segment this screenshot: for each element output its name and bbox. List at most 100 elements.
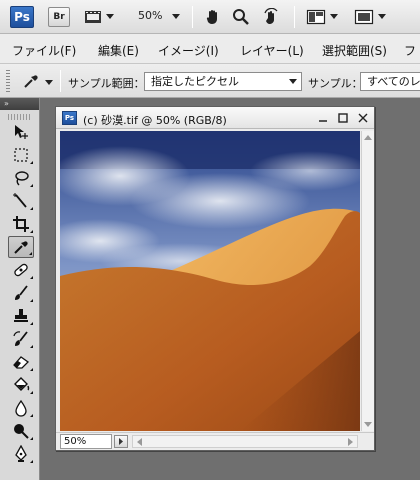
eyedropper-tool[interactable] xyxy=(8,236,34,258)
menu-image[interactable]: イメージ(I) xyxy=(158,42,219,59)
document-status-bar: 50% xyxy=(56,432,374,450)
paint-bucket-tool[interactable] xyxy=(8,374,34,396)
scroll-left-arrow-icon[interactable] xyxy=(136,438,142,446)
tool-flyout-indicator xyxy=(30,207,33,210)
separator xyxy=(60,70,61,92)
menu-select[interactable]: 選択範囲(S) xyxy=(322,42,387,59)
separator xyxy=(192,6,193,28)
tools-panel-header[interactable]: » xyxy=(0,98,39,110)
horizontal-scrollbar[interactable] xyxy=(132,435,358,448)
tool-flyout-indicator xyxy=(30,276,33,279)
maximize-button[interactable] xyxy=(336,111,350,125)
menu-file[interactable]: ファイル(F) xyxy=(12,42,76,59)
crop-icon xyxy=(13,216,29,232)
history-brush-tool[interactable] xyxy=(8,328,34,350)
close-icon xyxy=(358,113,368,123)
options-bar: サンプル範囲： 指定したピクセル サンプル： すべてのレ xyxy=(0,64,420,98)
dodge-tool[interactable] xyxy=(8,420,34,442)
eyedropper-icon xyxy=(14,241,28,254)
tool-flyout-indicator xyxy=(30,161,33,164)
arrange-documents-icon[interactable] xyxy=(306,8,326,26)
chevron-down-icon xyxy=(289,79,297,84)
tools-panel-grip[interactable] xyxy=(8,114,31,120)
rotate-view-icon[interactable] xyxy=(262,8,280,26)
menu-bar: ファイル(F) 編集(E) イメージ(I) レイヤー(L) 選択範囲(S) フ xyxy=(0,34,420,64)
options-bar-grip[interactable] xyxy=(6,70,10,92)
scroll-down-arrow-icon[interactable] xyxy=(364,422,372,428)
magic-wand-icon xyxy=(13,193,27,208)
minimize-button[interactable] xyxy=(316,111,330,125)
zoom-tool-icon[interactable] xyxy=(232,8,250,26)
magic-wand-tool[interactable] xyxy=(8,190,34,212)
tools-panel: » xyxy=(0,98,40,480)
eraser-tool[interactable] xyxy=(8,351,34,373)
tool-flyout-indicator xyxy=(30,437,33,440)
menu-layer[interactable]: レイヤー(L) xyxy=(240,42,304,59)
eyedropper-preset-icon[interactable] xyxy=(22,72,40,90)
lasso-tool[interactable] xyxy=(8,167,34,189)
scroll-up-arrow-icon[interactable] xyxy=(364,134,372,140)
blur-tool[interactable] xyxy=(8,397,34,419)
move-tool[interactable] xyxy=(8,121,34,143)
move-icon xyxy=(15,125,28,139)
sample-range-select[interactable]: 指定したピクセル xyxy=(144,72,302,91)
pen-icon xyxy=(15,445,27,462)
menu-edit[interactable]: 編集(E) xyxy=(98,42,139,59)
status-arrow-icon xyxy=(119,438,123,445)
tool-flyout-indicator xyxy=(30,184,33,187)
document-title: (c) 砂漠.tif @ 50% (RGB/8) xyxy=(83,114,227,127)
tool-flyout-indicator xyxy=(30,345,33,348)
tool-flyout-indicator xyxy=(30,368,33,371)
photoshop-document-icon: Ps xyxy=(62,111,77,125)
brush-tool[interactable] xyxy=(8,282,34,304)
bandage-icon xyxy=(14,263,28,277)
pen-tool[interactable] xyxy=(8,443,34,465)
zoom-chevron-down-icon[interactable] xyxy=(172,14,180,19)
marquee-tool[interactable] xyxy=(8,144,34,166)
bridge-button[interactable]: Br xyxy=(48,7,70,27)
eraser-icon xyxy=(13,356,30,369)
application-bar: Ps Br 50% xyxy=(0,0,420,34)
tool-flyout-indicator xyxy=(30,299,33,302)
arrange-chevron-down-icon[interactable] xyxy=(330,14,338,19)
tool-flyout-indicator xyxy=(29,252,32,255)
zoom-field[interactable]: 50% xyxy=(60,434,112,449)
clone-stamp-tool[interactable] xyxy=(8,305,34,327)
sample-label: サンプル： xyxy=(308,77,363,90)
vertical-scrollbar[interactable] xyxy=(361,131,374,431)
hand-tool-icon[interactable] xyxy=(204,8,222,26)
film-strip-icon[interactable] xyxy=(84,8,102,26)
blur-drop-icon xyxy=(15,399,27,417)
history-brush-icon xyxy=(13,331,28,346)
stamp-icon xyxy=(14,309,28,322)
desert-dune-image xyxy=(60,131,360,431)
chevron-down-icon[interactable] xyxy=(106,14,114,19)
maximize-icon xyxy=(338,113,348,123)
document-canvas[interactable] xyxy=(60,131,360,431)
sample-select[interactable]: すべてのレ xyxy=(360,72,420,91)
status-menu-button[interactable] xyxy=(114,435,128,448)
tool-flyout-indicator xyxy=(30,391,33,394)
crop-tool[interactable] xyxy=(8,213,34,235)
minimize-icon xyxy=(319,120,327,122)
tool-flyout-indicator xyxy=(30,230,33,233)
healing-brush-tool[interactable] xyxy=(8,259,34,281)
screen-mode-chevron-down-icon[interactable] xyxy=(378,14,386,19)
scroll-right-arrow-icon[interactable] xyxy=(348,438,354,446)
tool-preset-chevron-down-icon[interactable] xyxy=(45,80,53,85)
dodge-icon xyxy=(14,424,29,439)
lasso-icon xyxy=(15,171,29,186)
close-button[interactable] xyxy=(356,111,370,125)
menu-filter[interactable]: フ xyxy=(404,42,416,59)
sample-value: すべてのレ xyxy=(367,75,420,88)
document-window: Ps (c) 砂漠.tif @ 50% (RGB/8) 50% xyxy=(55,106,375,451)
tool-flyout-indicator xyxy=(30,460,33,463)
screen-mode-icon[interactable] xyxy=(354,8,374,26)
photoshop-logo: Ps xyxy=(10,6,34,28)
separator xyxy=(294,6,295,28)
zoom-level[interactable]: 50% xyxy=(138,9,162,22)
paint-bucket-icon xyxy=(14,377,30,391)
sample-range-label: サンプル範囲： xyxy=(68,77,145,90)
tool-flyout-indicator xyxy=(30,322,33,325)
document-title-bar[interactable]: Ps (c) 砂漠.tif @ 50% (RGB/8) xyxy=(56,107,374,129)
